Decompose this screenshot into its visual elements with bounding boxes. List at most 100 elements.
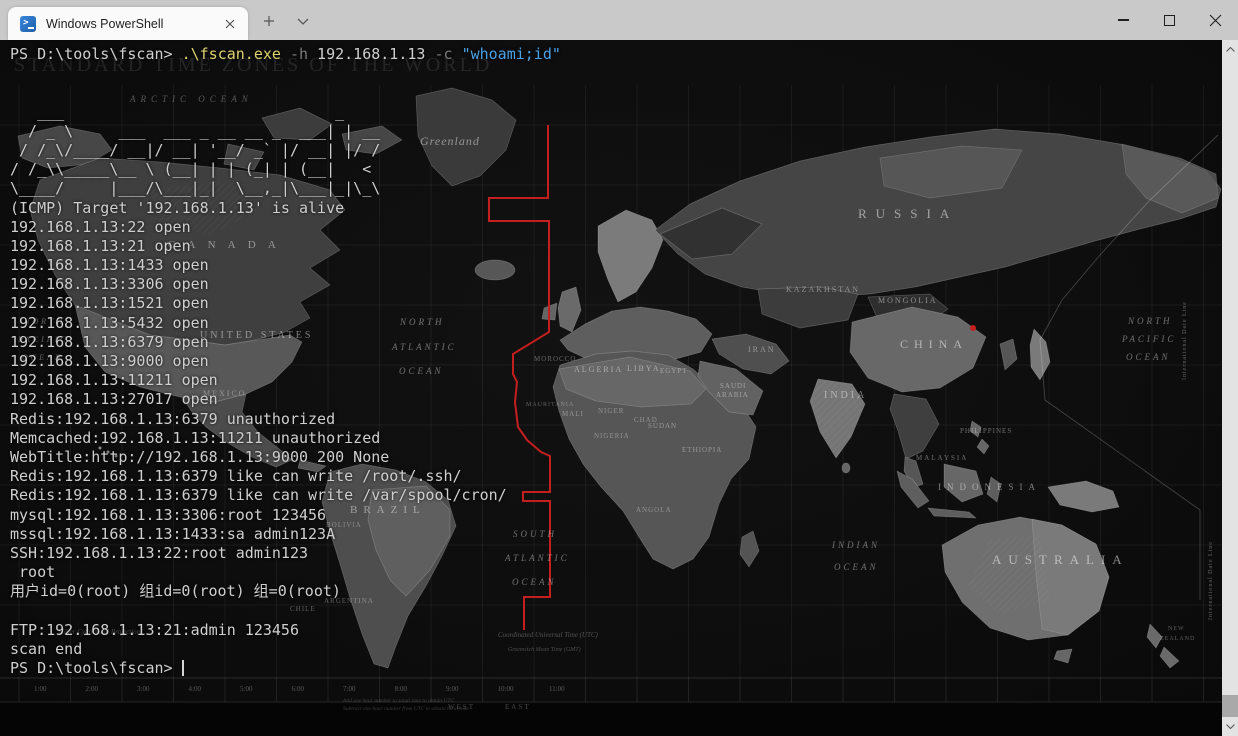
tab-close-button[interactable] bbox=[218, 12, 242, 36]
terminal-window: STANDARD TIME ZONES OF THE WORLDARCTIC O… bbox=[0, 0, 1238, 736]
scan-output-line: mssql:192.168.1.13:1433:sa admin123A bbox=[10, 525, 561, 544]
map-label: NIGER bbox=[598, 407, 624, 415]
map-label: ETHIOPIA bbox=[682, 446, 722, 454]
tab-dropdown-button[interactable] bbox=[288, 8, 318, 34]
map-label: IRAN bbox=[748, 345, 776, 354]
scan-output-line: 192.168.1.13:1521 open bbox=[10, 294, 561, 313]
map-label: INDIA bbox=[824, 390, 867, 401]
titlebar[interactable]: > Windows PowerShell bbox=[0, 0, 1238, 40]
terminal-blank-line bbox=[10, 83, 561, 102]
scan-output-line: 192.168.1.13:21 open bbox=[10, 237, 561, 256]
map-hour-label: 11:00 bbox=[549, 685, 565, 693]
command-segment-parameter: -h bbox=[290, 45, 308, 63]
map-label: Add one hour number to zonal time to obt… bbox=[342, 698, 454, 704]
scan-output-line: 192.168.1.13:22 open bbox=[10, 218, 561, 237]
close-icon bbox=[1209, 14, 1222, 27]
map-label: PACIFIC bbox=[1121, 334, 1176, 344]
map-label: NIGERIA bbox=[594, 432, 630, 440]
scrollbar-up-button[interactable] bbox=[1222, 42, 1238, 57]
command-segment-command: .\fscan.exe bbox=[182, 45, 281, 63]
scrollbar-thumb[interactable] bbox=[1222, 695, 1238, 717]
scan-output-line: WebTitle:http://192.168.1.13:9000 200 No… bbox=[10, 448, 561, 467]
close-icon bbox=[225, 19, 235, 29]
minimize-button[interactable] bbox=[1100, 0, 1146, 40]
map-label: KAZAKHSTAN bbox=[786, 285, 860, 294]
map-label: PHILIPPINES bbox=[960, 427, 1012, 435]
scrollbar[interactable] bbox=[1222, 40, 1238, 736]
map-label: RUSSIA bbox=[858, 206, 958, 221]
scan-output-line: 192.168.1.13:3306 open bbox=[10, 275, 561, 294]
close-button[interactable] bbox=[1192, 0, 1238, 40]
terminal-blank-line bbox=[10, 64, 561, 83]
fscan-banner-line: ___ _ bbox=[10, 103, 561, 122]
scan-output-line: 192.168.1.13:5432 open bbox=[10, 314, 561, 333]
scrollbar-chevron-up-icon bbox=[1226, 47, 1235, 52]
maximize-icon bbox=[1164, 15, 1175, 26]
fscan-banner-line: \____/ |___/\___|_| \__,_|\___|_|\_\ bbox=[10, 179, 561, 198]
map-label: OCEAN bbox=[834, 562, 879, 572]
terminal-prompt-line: PS D:\tools\fscan> bbox=[10, 659, 561, 678]
scrollbar-down-button[interactable] bbox=[1222, 719, 1238, 734]
map-hour-label: 10:00 bbox=[498, 685, 514, 693]
map-label: AUSTRALIA bbox=[992, 552, 1129, 567]
minimize-icon bbox=[1118, 19, 1129, 21]
terminal-blank-line bbox=[10, 601, 561, 620]
map-label: SUDAN bbox=[648, 422, 677, 430]
scan-output-line: mysql:192.168.1.13:3306:root 123456 bbox=[10, 506, 561, 525]
map-label: MALAYSIA bbox=[916, 454, 968, 462]
map-hour-label: 4:00 bbox=[189, 685, 202, 693]
map-label: INDONESIA bbox=[938, 482, 1041, 492]
scan-output-line: FTP:192.168.1.13:21:admin 123456 bbox=[10, 621, 561, 640]
map-label: LIBYA bbox=[627, 364, 661, 373]
map-hour-label: 7:00 bbox=[343, 685, 356, 693]
map-label: ANGOLA bbox=[636, 506, 672, 514]
powershell-icon: > bbox=[20, 16, 36, 32]
map-label: NORTH bbox=[1127, 316, 1173, 326]
terminal-command-line: PS D:\tools\fscan> .\fscan.exe -h 192.16… bbox=[10, 45, 561, 64]
map-hour-label: 9:00 bbox=[446, 685, 459, 693]
plus-icon bbox=[263, 15, 275, 27]
map-hour-label: 1:00 bbox=[34, 685, 47, 693]
fscan-banner-line: / /_\\_____\__ \ (__| | | (_| | (__| < bbox=[10, 160, 561, 179]
map-label: OCEAN bbox=[1126, 352, 1171, 362]
tab-windows-powershell[interactable]: > Windows PowerShell bbox=[8, 7, 248, 40]
map-label: MALI bbox=[562, 410, 584, 418]
map-label: CHINA bbox=[900, 337, 968, 351]
command-segment-string: "whoami;id" bbox=[462, 45, 561, 63]
map-hour-label: 3:00 bbox=[137, 685, 150, 693]
command-segment-terminal_text bbox=[453, 45, 462, 63]
scan-output-line: 192.168.1.13:27017 open bbox=[10, 390, 561, 409]
fscan-banner-line: / _ \ ___ ___ _ __ __ _ ___| | __ bbox=[10, 122, 561, 141]
scan-output-line: SSH:192.168.1.13:22:root admin123 bbox=[10, 544, 561, 563]
chevron-down-icon bbox=[297, 18, 309, 25]
fscan-banner-line: / /_\/____/ __|/ __| '__/ _` |/ __| |/ / bbox=[10, 141, 561, 160]
tab-title: Windows PowerShell bbox=[46, 17, 218, 31]
text-cursor bbox=[182, 660, 184, 676]
map-label: MONGOLIA bbox=[878, 296, 938, 305]
scan-output-line: 192.168.1.13:6379 open bbox=[10, 333, 561, 352]
command-segment-terminal_text: PS D:\tools\fscan> bbox=[10, 45, 182, 63]
map-red-city-dot bbox=[970, 325, 976, 331]
map-label: INDIAN bbox=[831, 540, 880, 550]
scan-output-line: (ICMP) Target '192.168.1.13' is alive bbox=[10, 199, 561, 218]
map-label: International Date Line bbox=[1182, 301, 1188, 380]
terminal-viewport[interactable]: STANDARD TIME ZONES OF THE WORLDARCTIC O… bbox=[0, 40, 1222, 736]
scrollbar-chevron-down-icon bbox=[1226, 724, 1235, 729]
window-controls bbox=[1100, 0, 1238, 40]
map-label: NEW bbox=[1168, 626, 1185, 632]
command-segment-parameter: -c bbox=[434, 45, 452, 63]
scan-output-line: Redis:192.168.1.13:6379 like can write /… bbox=[10, 486, 561, 505]
new-tab-button[interactable] bbox=[254, 8, 284, 34]
scan-output-line: 192.168.1.13:9000 open bbox=[10, 352, 561, 371]
scan-output-line: 192.168.1.13:11211 open bbox=[10, 371, 561, 390]
map-label: ARABIA bbox=[716, 391, 749, 399]
scan-output-line: 用户id=0(root) 组id=0(root) 组=0(root) bbox=[10, 582, 561, 601]
map-label: SAUDI bbox=[720, 382, 746, 390]
map-label: ALGERIA bbox=[574, 365, 623, 374]
map-label: International Date Line bbox=[1208, 541, 1214, 620]
maximize-button[interactable] bbox=[1146, 0, 1192, 40]
scan-output-line: 192.168.1.13:1433 open bbox=[10, 256, 561, 275]
prompt-text: PS D:\tools\fscan> bbox=[10, 659, 182, 677]
map-hour-label: 6:00 bbox=[292, 685, 305, 693]
scan-output-line: scan end bbox=[10, 640, 561, 659]
